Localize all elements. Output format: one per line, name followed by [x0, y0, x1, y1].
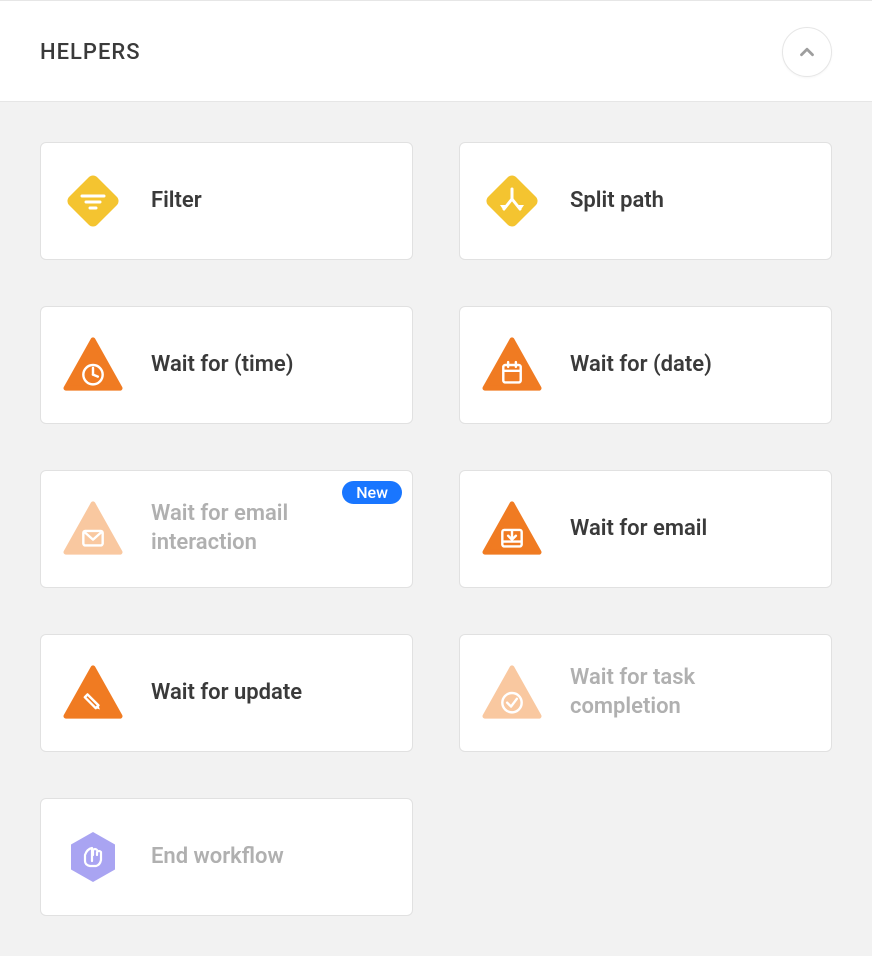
card-filter[interactable]: Filter — [40, 142, 413, 260]
card-label: End workflow — [151, 843, 284, 872]
section-header: HELPERS — [0, 0, 872, 102]
clock-triangle-icon — [63, 335, 123, 395]
card-wait-for-email[interactable]: Wait for email — [459, 470, 832, 588]
envelope-triangle-icon — [63, 499, 123, 559]
card-wait-for-update[interactable]: Wait for update — [40, 634, 413, 752]
card-wait-for-email-interaction[interactable]: New Wait for email interaction — [40, 470, 413, 588]
card-label: Wait for (time) — [151, 351, 293, 380]
card-wait-for-time[interactable]: Wait for (time) — [40, 306, 413, 424]
card-label: Wait for (date) — [570, 351, 712, 380]
card-label: Wait for update — [151, 679, 302, 708]
cards-grid: Filter Split path — [0, 102, 872, 956]
card-wait-for-task-completion[interactable]: Wait for task completion — [459, 634, 832, 752]
card-label: Split path — [570, 187, 664, 216]
inbox-triangle-icon — [482, 499, 542, 559]
split-path-icon — [482, 171, 542, 231]
card-label: Wait for task completion — [570, 664, 809, 721]
card-label: Wait for email interaction — [151, 500, 390, 557]
card-wait-for-date[interactable]: Wait for (date) — [459, 306, 832, 424]
chevron-up-icon — [796, 41, 818, 63]
card-end-workflow[interactable]: End workflow — [40, 798, 413, 916]
calendar-triangle-icon — [482, 335, 542, 395]
new-badge: New — [342, 481, 402, 504]
filter-icon — [63, 171, 123, 231]
card-split-path[interactable]: Split path — [459, 142, 832, 260]
card-label: Filter — [151, 187, 202, 216]
check-triangle-icon — [482, 663, 542, 723]
section-title: HELPERS — [40, 40, 141, 65]
card-label: Wait for email — [570, 515, 707, 544]
pencil-triangle-icon — [63, 663, 123, 723]
collapse-button[interactable] — [782, 27, 832, 77]
stop-hexagon-icon — [63, 827, 123, 887]
helpers-panel: HELPERS Filter — [0, 0, 872, 956]
